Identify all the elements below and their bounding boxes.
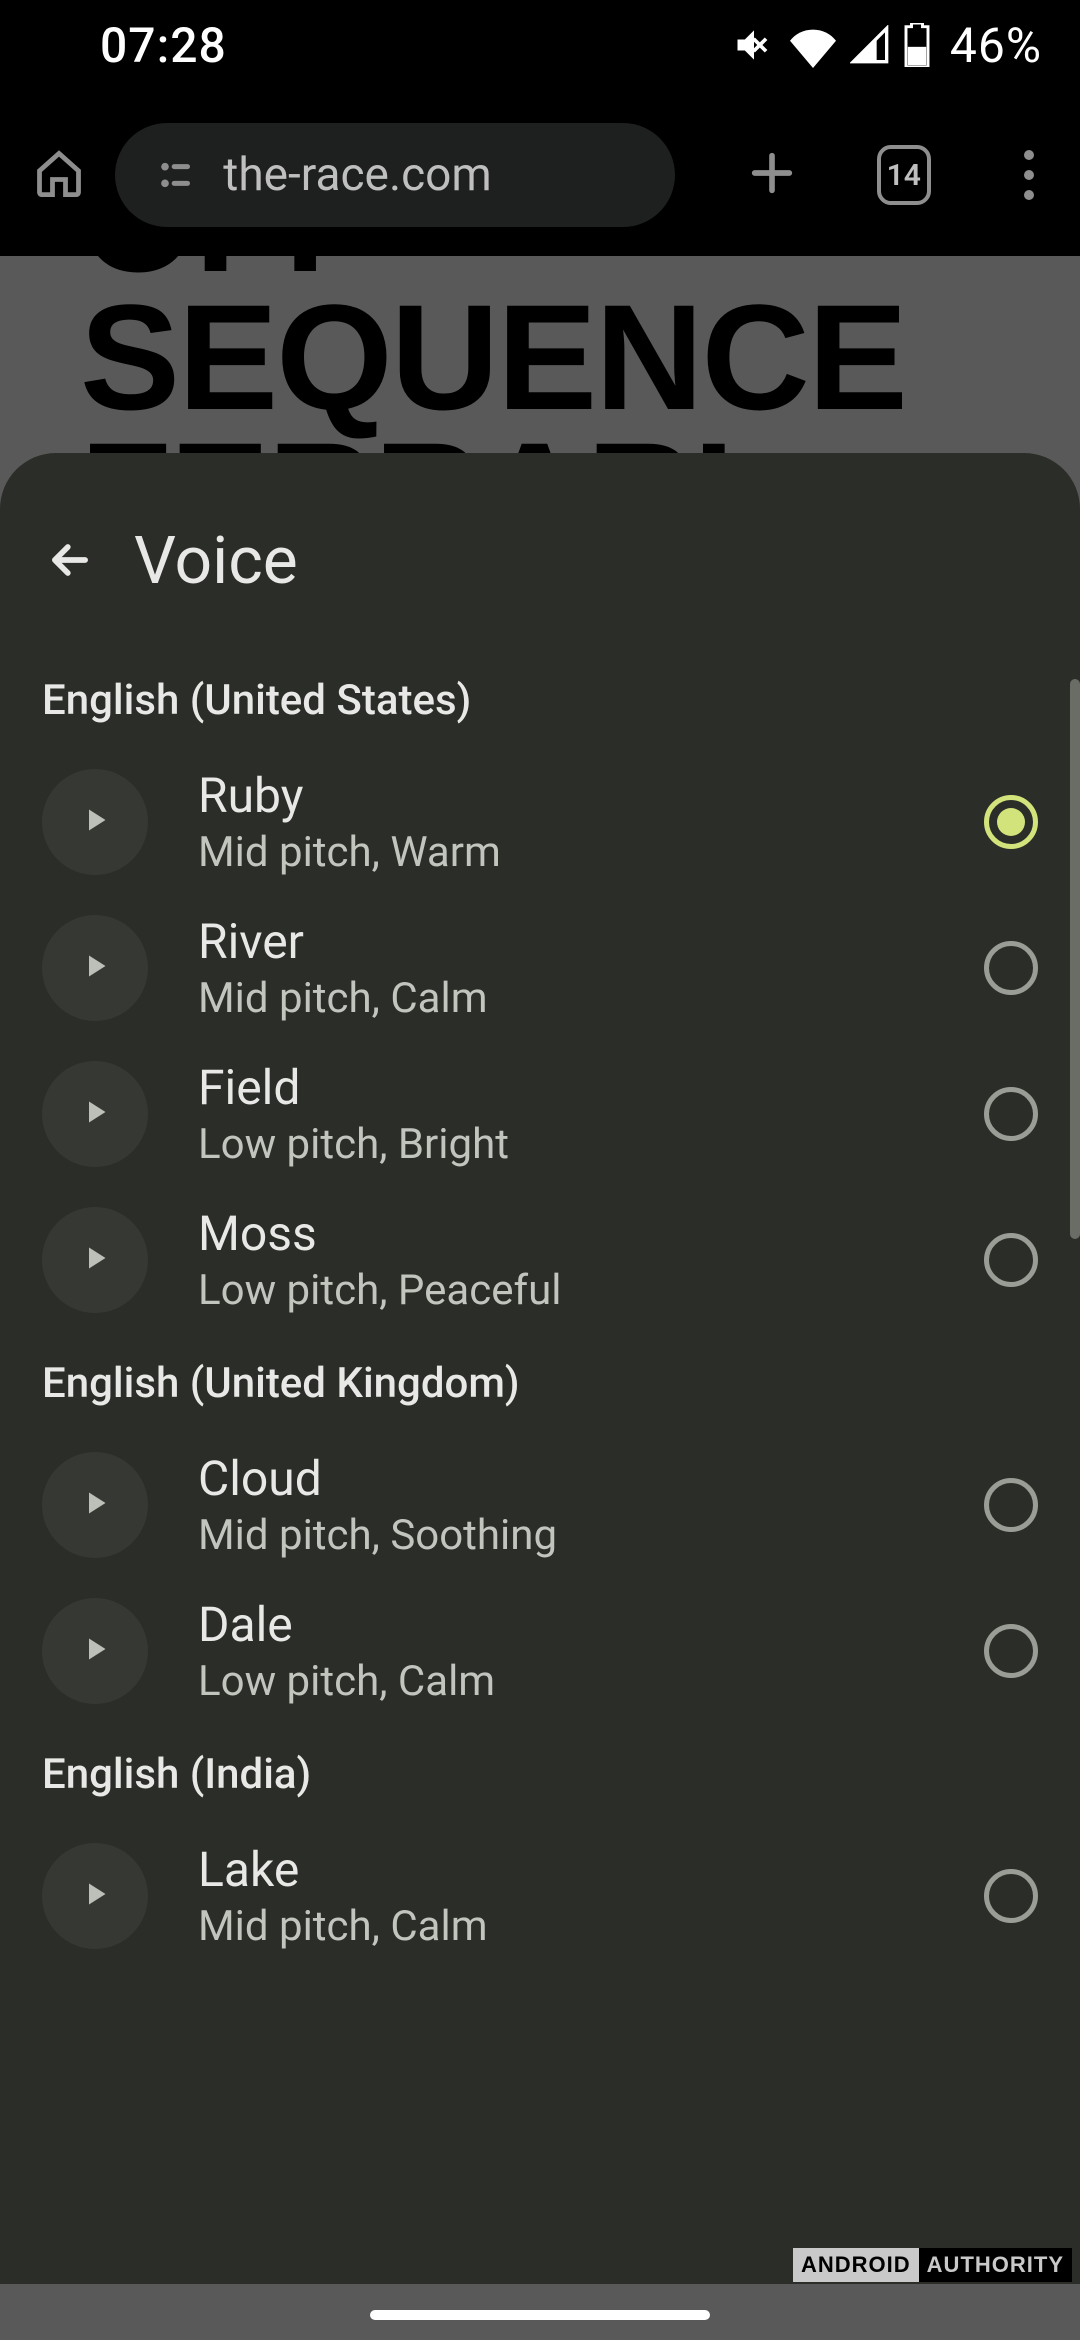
voice-radio[interactable] [984, 1087, 1038, 1141]
play-icon [77, 802, 113, 842]
status-bar: 07:28 46% [0, 0, 1080, 90]
voice-option-row[interactable]: RiverMid pitch, Calm [0, 895, 1080, 1041]
locale-section-label: English (United Kingdom) [0, 1333, 1080, 1432]
overflow-menu-button[interactable] [1007, 143, 1050, 207]
home-icon [33, 147, 85, 203]
voice-option-row[interactable]: LakeMid pitch, Calm [0, 1823, 1080, 1969]
home-button[interactable] [30, 143, 87, 207]
voice-description: Low pitch, Bright [198, 1120, 934, 1169]
voice-info: RiverMid pitch, Calm [198, 913, 934, 1023]
url-text: the-race.com [223, 148, 491, 202]
voice-info: MossLow pitch, Peaceful [198, 1205, 934, 1315]
play-preview-button[interactable] [42, 1061, 148, 1167]
play-icon [77, 1240, 113, 1280]
voice-option-row[interactable]: DaleLow pitch, Calm [0, 1578, 1080, 1724]
voice-description: Mid pitch, Warm [198, 828, 934, 877]
voice-info: FieldLow pitch, Bright [198, 1059, 934, 1169]
watermark-right: AUTHORITY [919, 2248, 1072, 2282]
play-icon [77, 1485, 113, 1525]
wifi-icon [790, 22, 836, 68]
voice-info: LakeMid pitch, Calm [198, 1841, 934, 1951]
voice-description: Low pitch, Calm [198, 1657, 934, 1706]
address-bar[interactable]: the-race.com [115, 123, 675, 227]
status-icons: 46% [732, 17, 1042, 74]
arrow-left-icon [44, 534, 96, 590]
locale-section-label: English (United States) [0, 650, 1080, 749]
voice-radio[interactable] [984, 1624, 1038, 1678]
scrollbar[interactable] [1070, 679, 1080, 1239]
voice-name: River [198, 913, 934, 970]
locale-section-label: English (India) [0, 1724, 1080, 1823]
watermark: ANDROID AUTHORITY [793, 2248, 1072, 2282]
tab-switcher-button[interactable]: 14 [877, 145, 932, 205]
new-tab-button[interactable] [743, 143, 800, 207]
voice-radio[interactable] [984, 795, 1038, 849]
voice-radio[interactable] [984, 1233, 1038, 1287]
voice-description: Mid pitch, Calm [198, 974, 934, 1023]
site-settings-icon [155, 155, 195, 195]
browser-toolbar: the-race.com 14 [0, 110, 1080, 240]
play-icon [77, 1094, 113, 1134]
tab-count: 14 [887, 158, 921, 193]
play-preview-button[interactable] [42, 1207, 148, 1313]
back-button[interactable] [42, 534, 98, 590]
play-icon [77, 1876, 113, 1916]
voice-option-row[interactable]: CloudMid pitch, Soothing [0, 1432, 1080, 1578]
voice-radio[interactable] [984, 941, 1038, 995]
play-icon [77, 948, 113, 988]
plus-icon [746, 147, 798, 203]
more-vert-icon [1024, 150, 1034, 160]
sheet-title: Voice [134, 523, 298, 600]
play-preview-button[interactable] [42, 769, 148, 875]
voice-name: Moss [198, 1205, 934, 1262]
voice-option-row[interactable]: MossLow pitch, Peaceful [0, 1187, 1080, 1333]
voice-option-row[interactable]: FieldLow pitch, Bright [0, 1041, 1080, 1187]
voice-radio[interactable] [984, 1869, 1038, 1923]
play-preview-button[interactable] [42, 915, 148, 1021]
voice-name: Ruby [198, 767, 934, 824]
voice-radio[interactable] [984, 1478, 1038, 1532]
voice-description: Mid pitch, Soothing [198, 1511, 934, 1560]
voice-info: DaleLow pitch, Calm [198, 1596, 934, 1706]
watermark-left: ANDROID [793, 2248, 919, 2282]
voice-name: Lake [198, 1841, 934, 1898]
battery-icon [904, 23, 930, 67]
voice-info: RubyMid pitch, Warm [198, 767, 934, 877]
voice-name: Cloud [198, 1450, 934, 1507]
status-time: 07:28 [100, 17, 227, 74]
voice-name: Field [198, 1059, 934, 1116]
voice-info: CloudMid pitch, Soothing [198, 1450, 934, 1560]
voice-description: Mid pitch, Calm [198, 1902, 934, 1951]
play-icon [77, 1631, 113, 1671]
play-preview-button[interactable] [42, 1843, 148, 1949]
signal-icon [850, 25, 890, 65]
voice-name: Dale [198, 1596, 934, 1653]
play-preview-button[interactable] [42, 1598, 148, 1704]
mute-icon [732, 23, 776, 67]
play-preview-button[interactable] [42, 1452, 148, 1558]
voice-description: Low pitch, Peaceful [198, 1266, 934, 1315]
battery-percent: 46% [950, 17, 1042, 74]
gesture-nav-handle[interactable] [370, 2310, 710, 2320]
voice-sheet: Voice English (United States)RubyMid pit… [0, 453, 1080, 2284]
voice-option-row[interactable]: RubyMid pitch, Warm [0, 749, 1080, 895]
